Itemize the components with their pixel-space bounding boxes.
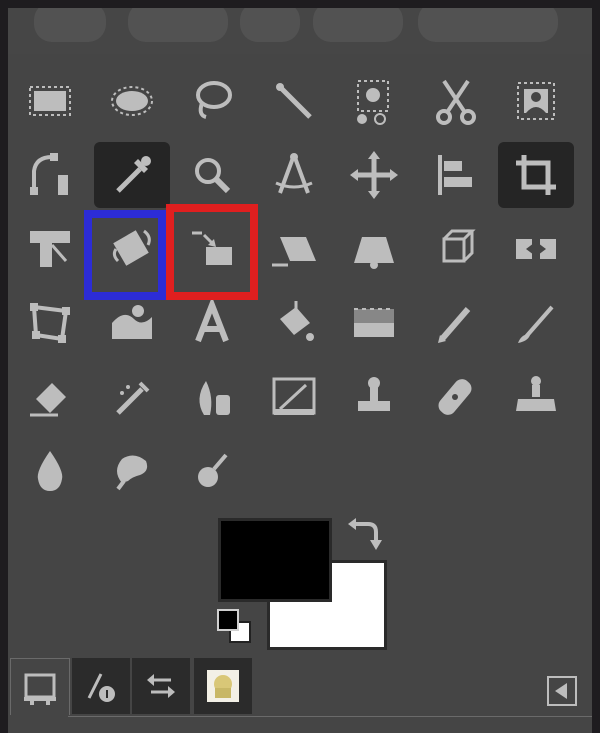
tab-device-status[interactable] [72,658,130,714]
tab-images[interactable] [194,658,252,714]
image-thumbnail-icon [207,670,239,702]
foreground-color-swatch[interactable] [218,518,332,602]
tool-options-icon [24,673,56,705]
color-area [8,8,592,733]
swap-colors-icon[interactable] [344,514,384,554]
tab-tool-options[interactable] [10,658,70,715]
tab-divider [68,716,592,717]
dock-tabs [8,656,592,733]
tab-menu-icon[interactable] [545,674,579,708]
panel-name: Toolbox [0,0,1,1]
undo-history-icon [147,674,175,698]
tab-undo-history[interactable] [132,658,190,714]
default-colors-icon[interactable] [214,606,256,648]
toolbox-panel [8,8,592,733]
device-status-icon [87,673,115,702]
